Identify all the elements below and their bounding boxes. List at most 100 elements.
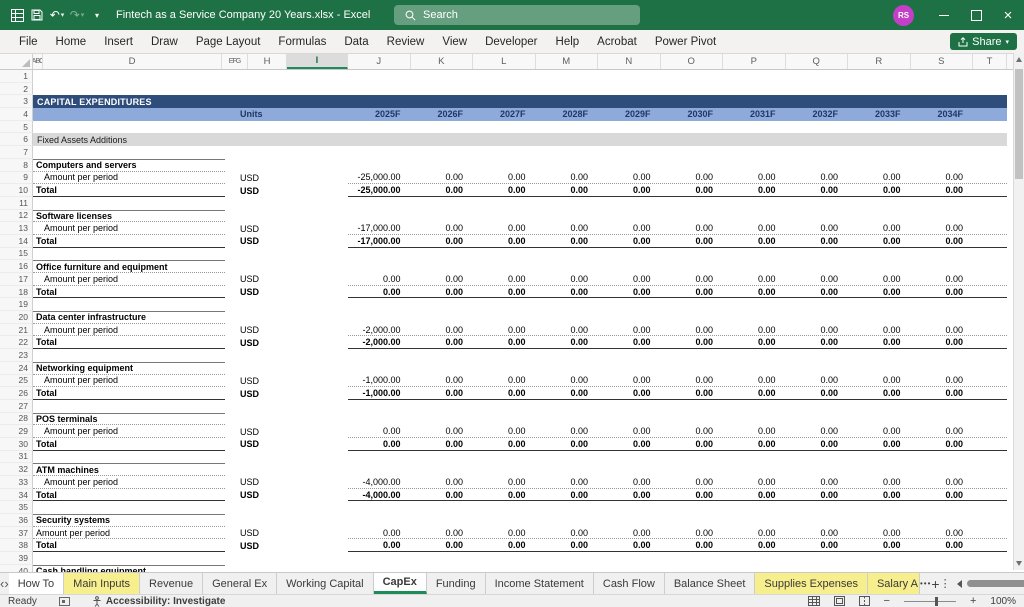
amount-value-2034F[interactable]: 0.00 [911, 477, 974, 487]
row-header-24[interactable]: 24 [0, 361, 33, 375]
amount-label-cell[interactable]: Amount per period [33, 273, 225, 286]
amount-value-2033F[interactable]: 0.00 [848, 325, 911, 335]
total-value-2027F[interactable]: 0.00 [473, 439, 536, 449]
total-value-2028F[interactable]: 0.00 [536, 236, 599, 246]
ribbon-tab-view[interactable]: View [433, 31, 476, 53]
amount-label-cell[interactable]: Amount per period [33, 375, 225, 388]
ribbon-tab-formulas[interactable]: Formulas [269, 31, 335, 53]
row-header-30[interactable]: 30 [0, 437, 33, 451]
total-value-2027F[interactable]: 0.00 [473, 490, 536, 500]
amount-value-2030F[interactable]: 0.00 [661, 375, 724, 385]
total-value-2027F[interactable]: 0.00 [473, 287, 536, 297]
column-header-ABC[interactable]: ABC [33, 54, 43, 69]
row-header-14[interactable]: 14 [0, 234, 33, 248]
total-value-2030F[interactable]: 0.00 [661, 540, 724, 550]
more-sheets-button[interactable]: ••• [920, 573, 931, 594]
new-sheet-button[interactable]: + [931, 573, 939, 594]
total-value-2028F[interactable]: 0.00 [536, 439, 599, 449]
row-header-5[interactable]: 5 [0, 120, 33, 134]
total-label-cell[interactable]: Total [33, 539, 225, 553]
total-value-2025F[interactable]: -1,000.00 [348, 388, 411, 398]
amount-label-cell[interactable]: Amount per period [33, 172, 225, 185]
vertical-scroll-thumb[interactable] [1015, 69, 1023, 179]
total-unit-cell[interactable]: USD [225, 438, 348, 451]
vertical-scrollbar[interactable] [1013, 53, 1024, 570]
sheet-tab-capex[interactable]: CapEx [373, 573, 427, 594]
row-header-10[interactable]: 10 [0, 184, 33, 197]
undo-button[interactable]: ↶ ▾ [48, 4, 66, 26]
amount-value-2032F[interactable]: 0.00 [786, 375, 849, 385]
row-header-38[interactable]: 38 [0, 539, 33, 553]
amount-unit-cell[interactable]: USD [225, 222, 348, 235]
total-value-2030F[interactable]: 0.00 [661, 236, 724, 246]
row-header-4[interactable]: 4 [0, 108, 33, 121]
total-value-2032F[interactable]: 0.00 [786, 388, 849, 398]
amount-value-2030F[interactable]: 0.00 [661, 172, 724, 182]
total-value-2034F[interactable]: 0.00 [911, 236, 974, 246]
column-header-I[interactable]: I [287, 54, 348, 69]
total-value-2027F[interactable]: 0.00 [473, 337, 536, 347]
column-header-R[interactable]: R [848, 54, 911, 69]
year-header-2032F[interactable]: 2032F [786, 109, 849, 119]
total-value-2032F[interactable]: 0.00 [786, 185, 849, 195]
row-header-26[interactable]: 26 [0, 387, 33, 400]
capex-title-cell[interactable]: CAPITAL EXPENDITURES [33, 95, 1007, 109]
row-header-12[interactable]: 12 [0, 209, 33, 223]
total-value-2025F[interactable]: 0.00 [348, 439, 411, 449]
amount-value-2032F[interactable]: 0.00 [786, 426, 849, 436]
amount-label-cell[interactable]: Amount per period [33, 476, 225, 489]
scroll-up-icon[interactable] [1016, 57, 1022, 62]
row-header-34[interactable]: 34 [0, 488, 33, 502]
sheet-tab-cash-flow[interactable]: Cash Flow [594, 573, 665, 594]
amount-value-2027F[interactable]: 0.00 [473, 477, 536, 487]
ribbon-tab-insert[interactable]: Insert [95, 31, 142, 53]
total-value-2033F[interactable]: 0.00 [848, 287, 911, 297]
section-name-cell[interactable]: Data center infrastructure [33, 311, 225, 324]
sheet-tab-supplies-expenses[interactable]: Supplies Expenses [755, 573, 868, 594]
amount-value-2029F[interactable]: 0.00 [598, 172, 661, 182]
amount-value-2032F[interactable]: 0.00 [786, 274, 849, 284]
column-header-L[interactable]: L [473, 54, 536, 69]
amount-unit-cell[interactable]: USD [225, 527, 348, 540]
total-value-2026F[interactable]: 0.00 [411, 287, 474, 297]
undo-caret-icon[interactable]: ▾ [61, 11, 65, 19]
total-value-2030F[interactable]: 0.00 [661, 337, 724, 347]
total-value-2025F[interactable]: -2,000.00 [348, 337, 411, 347]
close-button[interactable]: × [992, 0, 1024, 30]
amount-unit-cell[interactable]: USD [225, 324, 348, 337]
total-value-2032F[interactable]: 0.00 [786, 490, 849, 500]
amount-value-2034F[interactable]: 0.00 [911, 223, 974, 233]
amount-value-2025F[interactable]: 0.00 [348, 528, 411, 538]
search-box[interactable]: Search [394, 5, 640, 25]
amount-value-2032F[interactable]: 0.00 [786, 172, 849, 182]
row-header-9[interactable]: 9 [0, 171, 33, 185]
row-header-7[interactable]: 7 [0, 146, 33, 159]
amount-value-2028F[interactable]: 0.00 [536, 274, 599, 284]
column-header-N[interactable]: N [598, 54, 661, 69]
ribbon-tab-page-layout[interactable]: Page Layout [187, 31, 270, 53]
ribbon-tab-file[interactable]: File [10, 31, 47, 53]
row-header-13[interactable]: 13 [0, 222, 33, 235]
year-header-2025F[interactable]: 2025F [348, 109, 411, 119]
amount-value-2032F[interactable]: 0.00 [786, 325, 849, 335]
total-unit-cell[interactable]: USD [225, 336, 348, 349]
amount-label-cell[interactable]: Amount per period [33, 527, 225, 540]
amount-value-2034F[interactable]: 0.00 [911, 375, 974, 385]
total-value-2034F[interactable]: 0.00 [911, 185, 974, 195]
column-header-J[interactable]: J [348, 54, 411, 69]
amount-value-2033F[interactable]: 0.00 [848, 223, 911, 233]
amount-value-2026F[interactable]: 0.00 [411, 528, 474, 538]
total-value-2025F[interactable]: -4,000.00 [348, 490, 411, 500]
ribbon-tab-acrobat[interactable]: Acrobat [588, 31, 646, 53]
total-value-2034F[interactable]: 0.00 [911, 287, 974, 297]
section-name-cell[interactable]: Security systems [33, 514, 225, 527]
scroll-down-icon[interactable] [1016, 561, 1022, 566]
ribbon-tab-developer[interactable]: Developer [476, 31, 546, 53]
section-name-cell[interactable]: Cash handling equipment [33, 564, 225, 572]
total-value-2028F[interactable]: 0.00 [536, 490, 599, 500]
row-header-3[interactable]: 3 [0, 95, 33, 109]
total-value-2032F[interactable]: 0.00 [786, 236, 849, 246]
amount-value-2025F[interactable]: -25,000.00 [348, 172, 411, 182]
year-header-2027F[interactable]: 2027F [473, 109, 536, 119]
year-header-2029F[interactable]: 2029F [598, 109, 661, 119]
